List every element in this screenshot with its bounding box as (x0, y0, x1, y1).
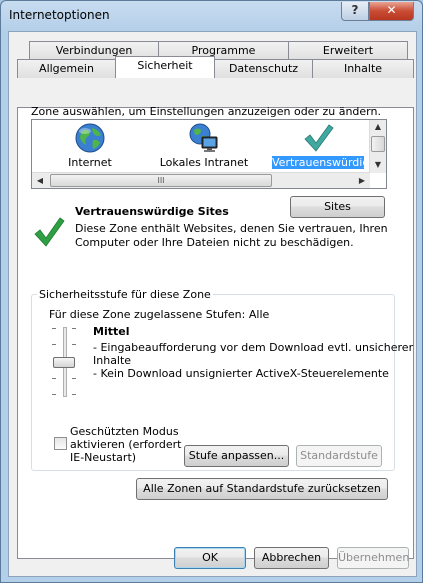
protected-mode-label-line3: IE-Neustart) (70, 451, 137, 464)
security-level-desc-line3: - Kein Download unsignierter ActiveX-Ste… (93, 367, 389, 380)
security-level-desc-line2: Inhalte (93, 354, 132, 367)
apply-button[interactable]: Übernehmen (337, 547, 409, 569)
zone-info-title: Vertrauenswürdige Sites (75, 205, 229, 218)
sites-button[interactable]: Sites (290, 196, 385, 218)
trusted-check-icon (34, 217, 65, 247)
security-slider-thumb[interactable] (53, 357, 75, 368)
slider-tick (72, 378, 76, 379)
cancel-button[interactable]: Abbrechen (254, 547, 329, 569)
zone-instruction: Zone auswählen, um Einstellungen anzuzei… (31, 105, 381, 118)
help-button[interactable]: ? (341, 2, 369, 21)
protected-mode-label-line1: Geschützten Modus (70, 425, 179, 438)
horizontal-scroll-thumb[interactable]: III (50, 174, 272, 187)
ok-button[interactable]: OK (174, 547, 246, 569)
zone-item-local-intranet[interactable]: Lokales Intranet (154, 120, 254, 172)
custom-level-button[interactable]: Stufe anpassen... (184, 445, 289, 467)
allowed-levels-label: Für diese Zone zugelassene Stufen: Alle (49, 308, 270, 321)
slider-tick (52, 328, 56, 329)
zone-item-internet[interactable]: Internet (40, 120, 140, 172)
security-level-desc-line1: - Eingabeaufforderung vor dem Download e… (93, 341, 414, 354)
checkmark-icon (304, 124, 334, 152)
scroll-down-arrow-icon[interactable]: ▼ (370, 160, 386, 169)
internet-options-window: Internetoptionen ? ✕ Verbindungen Progra… (0, 0, 423, 583)
slider-tick (72, 328, 76, 329)
globe-icon (75, 123, 105, 153)
slider-tick (52, 378, 56, 379)
scroll-up-arrow-icon[interactable]: ▲ (370, 122, 386, 131)
tab-sicherheit[interactable]: Sicherheit (115, 56, 215, 78)
zone-list-horizontal-scrollbar[interactable]: ◀ III ▶ (32, 172, 370, 188)
slider-tick (52, 344, 56, 345)
slider-tick (72, 344, 76, 345)
security-level-group-label: Sicherheitsstufe für diese Zone (37, 288, 213, 301)
vertical-scroll-thumb[interactable] (371, 136, 385, 152)
zone-label-trusted-sites: Vertrauenswürdige (272, 156, 377, 169)
tab-datenschutz[interactable]: Datenschutz (214, 59, 313, 78)
default-level-button[interactable]: Standardstufe (296, 445, 382, 467)
zone-list[interactable]: Internet Lokales Intranet Vertrauenswürd… (31, 119, 387, 189)
zone-label-internet: Internet (68, 156, 112, 169)
protected-mode-checkbox[interactable] (54, 437, 67, 450)
title-bar[interactable]: Internetoptionen ? ✕ (1, 1, 422, 29)
slider-tick (52, 394, 56, 395)
zone-description-line1: Diese Zone enthält Websites, denen Sie v… (75, 222, 388, 235)
reset-all-zones-button[interactable]: Alle Zonen auf Standardstufe zurücksetze… (136, 478, 388, 500)
intranet-icon (189, 123, 218, 152)
zone-label-local-intranet: Lokales Intranet (159, 156, 249, 169)
scroll-right-arrow-icon[interactable]: ▶ (354, 176, 370, 185)
scroll-left-arrow-icon[interactable]: ◀ (32, 176, 48, 185)
protected-mode-label-line2: aktivieren (erfordert (70, 438, 182, 451)
zone-list-vertical-scrollbar[interactable]: ▲ ▼ (369, 120, 386, 173)
zone-description-line2: Computer oder Ihre Dateien nicht zu besc… (75, 236, 354, 249)
tab-inhalte[interactable]: Inhalte (312, 59, 414, 78)
close-button[interactable]: ✕ (369, 2, 414, 21)
zone-item-trusted-sites[interactable]: Vertrauenswürdige (268, 120, 377, 172)
tab-allgemein[interactable]: Allgemein (17, 59, 116, 78)
slider-tick (72, 394, 76, 395)
tab-erweitert[interactable]: Erweitert (288, 41, 408, 60)
window-title: Internetoptionen (9, 8, 110, 22)
security-level-name: Mittel (93, 325, 130, 338)
